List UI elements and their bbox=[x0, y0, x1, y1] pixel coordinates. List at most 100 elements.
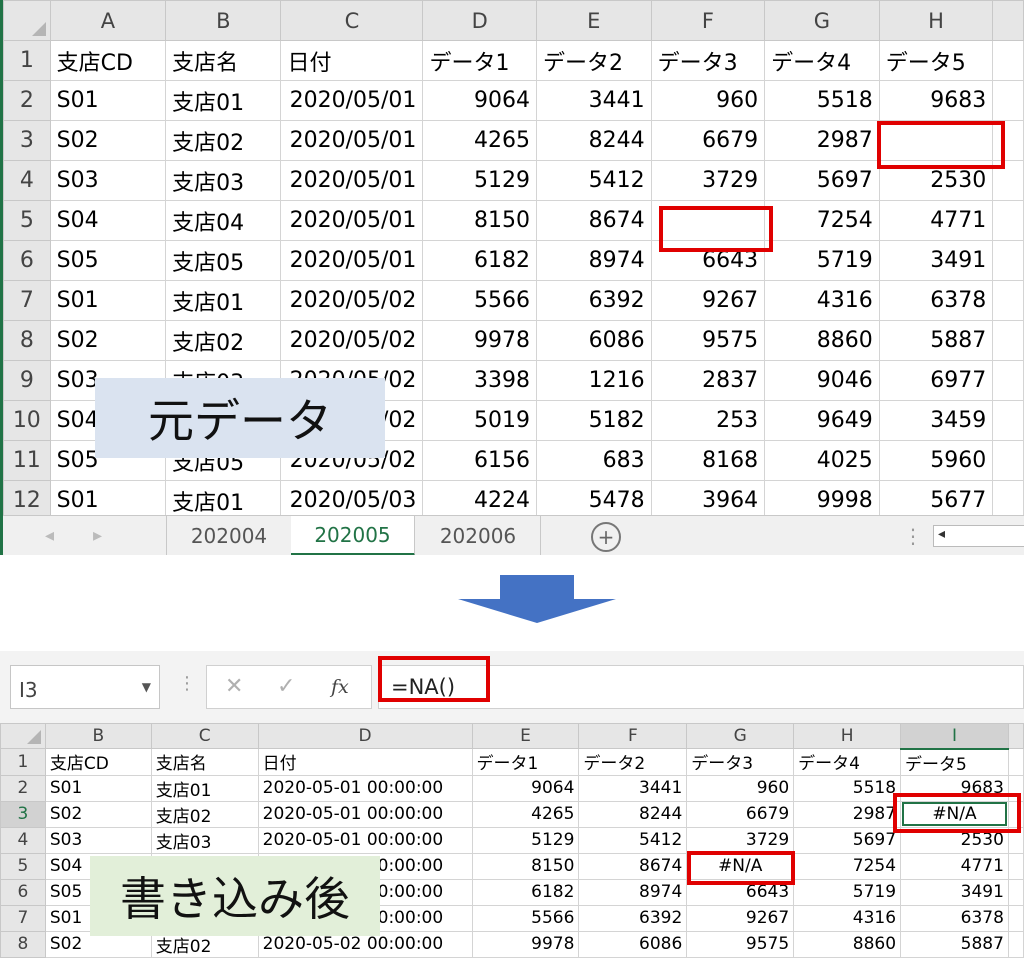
cell[interactable]: 8860 bbox=[793, 930, 902, 958]
cell[interactable]: 支店03 bbox=[165, 160, 282, 201]
cell[interactable]: 8860 bbox=[764, 320, 880, 361]
cell[interactable]: データ4 bbox=[764, 40, 880, 81]
cell[interactable]: 6182 bbox=[422, 240, 538, 281]
cell[interactable]: 9575 bbox=[650, 320, 766, 361]
cell[interactable]: 2837 bbox=[650, 360, 766, 401]
cell[interactable]: 5518 bbox=[793, 774, 902, 802]
row-header[interactable]: 6 bbox=[0, 878, 46, 906]
cell[interactable]: 4265 bbox=[471, 800, 580, 828]
column-header-i[interactable]: I bbox=[900, 723, 1009, 750]
cell[interactable]: 8150 bbox=[422, 200, 538, 241]
row-header[interactable]: 2 bbox=[0, 774, 46, 802]
cell[interactable]: 2020/05/01 bbox=[280, 160, 424, 201]
cell[interactable]: 支店名 bbox=[150, 748, 259, 776]
cell[interactable]: 支店01 bbox=[150, 774, 259, 802]
cell[interactable]: 6156 bbox=[422, 440, 538, 481]
cell[interactable]: 3441 bbox=[578, 774, 688, 802]
cell[interactable]: 5129 bbox=[471, 826, 580, 854]
cell[interactable]: 9978 bbox=[422, 320, 538, 361]
column-header-d[interactable]: D bbox=[257, 723, 473, 749]
cell[interactable]: 支店02 bbox=[150, 800, 259, 828]
cell[interactable] bbox=[992, 80, 1024, 121]
cell[interactable]: 8244 bbox=[578, 800, 688, 828]
row-header[interactable]: 7 bbox=[0, 904, 46, 932]
column-header-b[interactable]: B bbox=[165, 0, 282, 41]
cell[interactable] bbox=[992, 200, 1024, 241]
cell[interactable]: 5566 bbox=[471, 904, 580, 932]
cell[interactable]: 9267 bbox=[650, 280, 766, 321]
cell[interactable]: 3491 bbox=[878, 240, 994, 281]
cell[interactable] bbox=[1007, 904, 1024, 932]
cell[interactable]: 支店01 bbox=[165, 280, 282, 321]
cell[interactable]: 4771 bbox=[878, 200, 994, 241]
cell[interactable] bbox=[1007, 852, 1024, 880]
cell[interactable]: 4771 bbox=[900, 852, 1009, 880]
row-header[interactable]: 8 bbox=[3, 320, 51, 361]
cell[interactable]: データ5 bbox=[878, 40, 994, 81]
cell[interactable]: 8244 bbox=[536, 120, 652, 161]
cell[interactable]: 3398 bbox=[422, 360, 538, 401]
cell[interactable]: 7254 bbox=[793, 852, 902, 880]
cell[interactable]: 5412 bbox=[536, 160, 652, 201]
cell[interactable]: 支店01 bbox=[165, 80, 282, 121]
column-header-b[interactable]: B bbox=[44, 723, 152, 749]
cell[interactable]: 3729 bbox=[686, 826, 795, 854]
cell[interactable]: 支店04 bbox=[165, 200, 282, 241]
cell[interactable]: 9575 bbox=[686, 930, 795, 958]
cell[interactable] bbox=[992, 320, 1024, 361]
cell[interactable]: 4316 bbox=[793, 904, 902, 932]
cell[interactable] bbox=[992, 240, 1024, 281]
cell[interactable]: 7254 bbox=[764, 200, 880, 241]
cell[interactable]: 5887 bbox=[900, 930, 1009, 958]
cell[interactable]: 5697 bbox=[793, 826, 902, 854]
cell[interactable]: S04 bbox=[49, 200, 167, 241]
sheet-tab-202004[interactable]: 202004 bbox=[166, 516, 292, 555]
cell[interactable]: 支店03 bbox=[150, 826, 259, 854]
next-sheet-icon[interactable]: ▸ bbox=[93, 525, 102, 546]
cell[interactable]: 5697 bbox=[764, 160, 880, 201]
cell[interactable]: 6679 bbox=[686, 800, 795, 828]
row-header[interactable]: 3 bbox=[3, 120, 51, 161]
cell[interactable]: 2020/05/01 bbox=[280, 80, 424, 121]
row-header[interactable]: 9 bbox=[3, 360, 51, 401]
cell[interactable]: データ1 bbox=[422, 40, 538, 81]
select-all-corner[interactable] bbox=[3, 0, 51, 41]
cell[interactable] bbox=[1007, 748, 1024, 776]
cell[interactable]: データ1 bbox=[471, 748, 580, 776]
cell[interactable] bbox=[992, 440, 1024, 481]
sheet-tab-202006[interactable]: 202006 bbox=[416, 516, 541, 555]
row-header[interactable]: 4 bbox=[0, 826, 46, 854]
cell[interactable]: 4025 bbox=[764, 440, 880, 481]
cell[interactable]: 4316 bbox=[764, 280, 880, 321]
cell[interactable]: 9683 bbox=[878, 80, 994, 121]
cell[interactable] bbox=[992, 40, 1024, 81]
cell[interactable]: 9064 bbox=[471, 774, 580, 802]
column-header-g[interactable]: G bbox=[764, 0, 880, 41]
cell[interactable]: 5182 bbox=[536, 400, 652, 441]
cell[interactable]: 6392 bbox=[536, 280, 652, 321]
column-header-c[interactable]: C bbox=[150, 723, 259, 749]
cell[interactable]: 683 bbox=[536, 440, 652, 481]
cell[interactable] bbox=[992, 360, 1024, 401]
cell[interactable]: 3441 bbox=[536, 80, 652, 121]
add-sheet-icon[interactable]: + bbox=[591, 522, 621, 552]
cell[interactable]: 6679 bbox=[650, 120, 766, 161]
cell[interactable]: 8674 bbox=[578, 852, 688, 880]
cell[interactable]: 9649 bbox=[764, 400, 880, 441]
cell[interactable]: 5412 bbox=[578, 826, 688, 854]
cell[interactable]: 支店02 bbox=[165, 120, 282, 161]
row-header[interactable]: 5 bbox=[3, 200, 51, 241]
cell[interactable]: 支店名 bbox=[165, 40, 282, 81]
cell[interactable]: S01 bbox=[49, 80, 167, 121]
column-header-g[interactable]: G bbox=[686, 723, 795, 749]
row-header[interactable]: 8 bbox=[0, 930, 46, 958]
cell[interactable]: 5960 bbox=[878, 440, 994, 481]
cell[interactable]: 6378 bbox=[878, 280, 994, 321]
row-header[interactable]: 5 bbox=[0, 852, 46, 880]
cell[interactable]: 8168 bbox=[650, 440, 766, 481]
cell[interactable]: 3459 bbox=[878, 400, 994, 441]
enter-check-icon[interactable]: ✓ bbox=[277, 674, 295, 699]
cell[interactable]: 6392 bbox=[578, 904, 688, 932]
column-header-c[interactable]: C bbox=[280, 0, 424, 41]
sheet-tab-202005[interactable]: 202005 bbox=[291, 516, 415, 555]
